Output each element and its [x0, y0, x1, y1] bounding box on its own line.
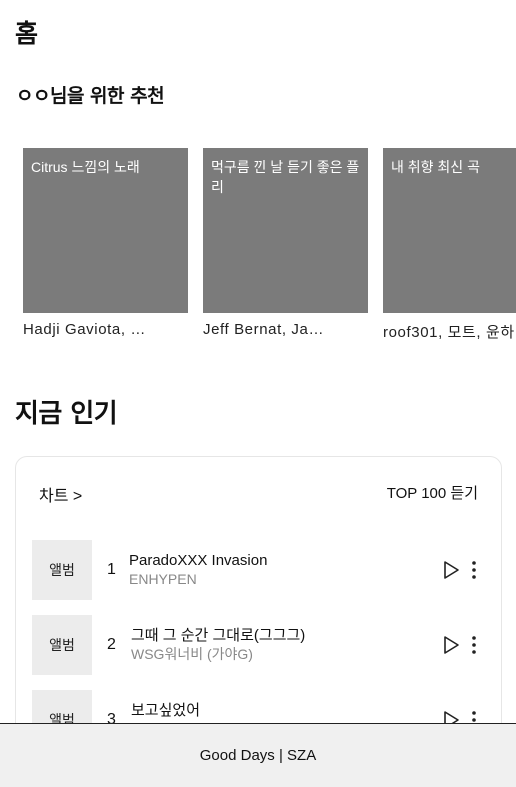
play-icon[interactable]	[442, 560, 460, 580]
playlist-artists: Hadji Gaviota, Gentle Bones	[23, 321, 148, 338]
chart-link[interactable]: 차트 >	[39, 482, 82, 506]
track-info: 보고싶었어	[131, 702, 200, 720]
album-thumbnail[interactable]: 앨범	[32, 540, 92, 600]
playlist-cover[interactable]: 먹구름 낀 날 듣기 좋은 플리	[203, 148, 368, 313]
recommend-section-title: ㅇㅇ님을 위한 추천	[16, 85, 165, 107]
track-info: 그때 그 순간 그대로(그그그) WSG워너비 (가야G)	[131, 627, 305, 663]
track-title: 그때 그 순간 그대로(그그그)	[131, 627, 306, 644]
more-vertical-icon[interactable]	[469, 634, 479, 656]
popular-section-title: 지금 인기	[15, 399, 118, 429]
track-title: ParadoXXX Invasion	[129, 552, 268, 569]
track-row[interactable]: 앨범 1 ParadoXXX Invasion ENHYPEN	[32, 540, 492, 600]
more-vertical-icon[interactable]	[469, 559, 479, 581]
album-thumbnail[interactable]: 앨범	[32, 615, 92, 675]
track-rank: 1	[107, 561, 116, 578]
recommend-card[interactable]: Citrus 느낌의 노래 Hadji Gaviota, Gentle Bone…	[23, 148, 188, 338]
playlist-artists: roof301, 모트, 윤하	[383, 324, 515, 341]
now-playing-bar[interactable]: Good Days | SZA	[0, 723, 516, 787]
playlist-artists: Jeff Bernat, Jack Johnson	[203, 321, 328, 338]
playlist-cover-text: Citrus 느낌의 노래	[31, 159, 140, 175]
playlist-cover-text: 먹구름 낀 날 듣기 좋은 플리	[211, 159, 360, 195]
track-artist: ENHYPEN	[129, 571, 197, 587]
track-rank: 2	[107, 636, 116, 653]
playlist-cover[interactable]: 내 취향 최신 곡	[383, 148, 516, 313]
track-title: 보고싶었어	[131, 702, 201, 719]
chart-card: 차트 > TOP 100 듣기 앨범 1 ParadoXXX Invasion …	[15, 456, 502, 756]
playlist-cover-text: 내 취향 최신 곡	[391, 159, 480, 175]
now-playing-text: Good Days | SZA	[199, 747, 317, 764]
recommend-card[interactable]: 먹구름 낀 날 듣기 좋은 플리 Jeff Bernat, Jack Johns…	[203, 148, 368, 338]
track-row[interactable]: 앨범 2 그때 그 순간 그대로(그그그) WSG워너비 (가야G)	[32, 615, 492, 675]
top100-play-link[interactable]: TOP 100 듣기	[387, 482, 478, 503]
track-artist: WSG워너비 (가야G)	[131, 646, 253, 662]
recommend-card[interactable]: 내 취향 최신 곡 roof301, 모트, 윤하	[383, 148, 516, 342]
page-title: 홈	[15, 19, 38, 48]
recommend-carousel[interactable]: Citrus 느낌의 노래 Hadji Gaviota, Gentle Bone…	[23, 148, 516, 348]
play-icon[interactable]	[442, 635, 460, 655]
track-info: ParadoXXX Invasion ENHYPEN	[129, 552, 267, 588]
playlist-cover[interactable]: Citrus 느낌의 노래	[23, 148, 188, 313]
